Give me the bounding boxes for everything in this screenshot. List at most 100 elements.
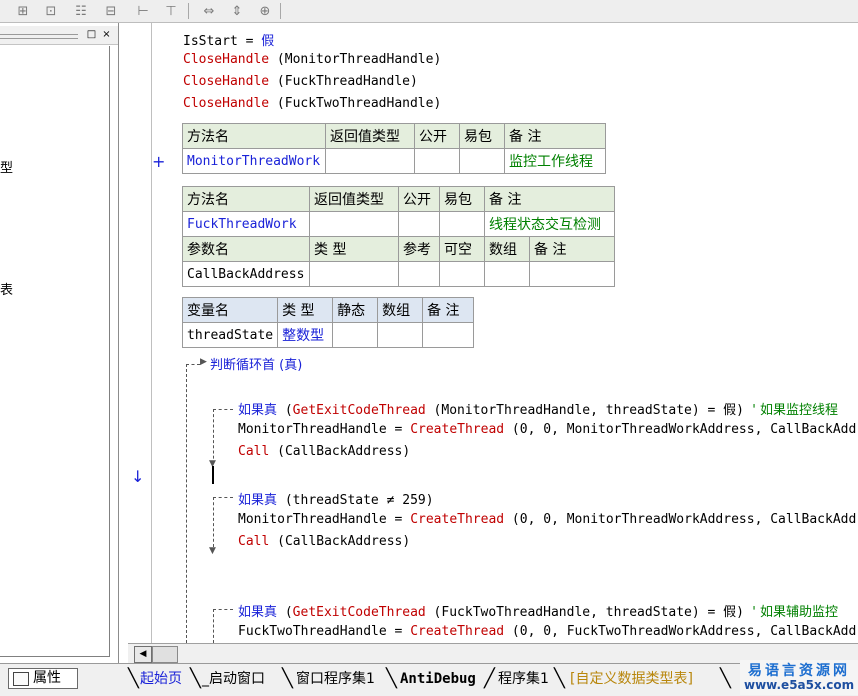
header-return-type: 返回值类型 <box>309 186 399 212</box>
param-nullable-cell[interactable] <box>439 261 485 287</box>
local-vars-table: 变量名 类 型 静态 数组 备 注 threadState 整数型 <box>181 297 475 348</box>
close-icon[interactable]: × <box>101 29 112 40</box>
size-width-icon[interactable]: ⇔ <box>198 2 220 22</box>
var-remark-cell[interactable] <box>422 322 475 348</box>
header-var-remark: 备 注 <box>422 297 475 323</box>
text-caret <box>212 466 214 484</box>
tab-custom-types[interactable]: [自定义数据类型表] <box>570 668 693 690</box>
layout-toolbar: ⊞ ⊡ ☷ ⊟ ⊢ ⊤ ⇔ ⇕ ⊕ <box>0 0 858 23</box>
loop-flow-line <box>186 364 187 643</box>
if-flow-line <box>213 409 233 410</box>
tab-antidebug[interactable]: AntiDebug <box>400 668 476 690</box>
if-flow-line <box>213 497 233 498</box>
tree-item-fragment[interactable]: 型 <box>0 157 13 176</box>
header-var-static: 静态 <box>332 297 379 323</box>
code-line[interactable]: MonitorThreadHandle = CreateThread (0, 0… <box>238 422 858 437</box>
header-remark: 备 注 <box>484 186 615 212</box>
var-name-cell[interactable]: threadState <box>181 322 279 348</box>
epackage-cell[interactable] <box>459 148 505 174</box>
method-name-cell[interactable]: MonitorThreadWork <box>182 148 326 174</box>
tab-divider: ╲ <box>720 668 731 689</box>
scroll-thumb[interactable] <box>152 646 178 663</box>
panel-grip[interactable] <box>0 34 78 39</box>
header-param-type: 类 型 <box>309 236 399 262</box>
tree-item-fragment[interactable]: 表 <box>0 279 13 298</box>
public-cell[interactable] <box>414 148 460 174</box>
align-top-icon[interactable]: ☷ <box>70 2 92 22</box>
spacing-horizontal-icon[interactable]: ⊢ <box>132 2 154 22</box>
var-array-cell[interactable] <box>377 322 424 348</box>
header-var-array: 数组 <box>377 297 424 323</box>
header-epackage: 易包 <box>459 123 505 149</box>
code-line[interactable]: CloseHandle (MonitorThreadHandle) <box>183 52 441 67</box>
remark-cell[interactable]: 监控工作线程 <box>504 148 606 174</box>
current-line-arrow-icon: ↓ <box>131 467 145 486</box>
site-watermark: 易语言资源网 www.e5a5x.com <box>740 660 858 695</box>
epackage-cell[interactable] <box>439 211 485 237</box>
header-var-type: 类 型 <box>277 297 334 323</box>
if-flow-line <box>213 497 214 547</box>
size-both-icon[interactable]: ⊕ <box>254 2 276 22</box>
spacing-vertical-icon[interactable]: ⊤ <box>160 2 182 22</box>
code-line[interactable]: Call (CallBackAddress) <box>238 444 410 459</box>
tab-window-assembly[interactable]: 窗口程序集1 <box>296 668 375 690</box>
param-ref-cell[interactable] <box>398 261 440 287</box>
code-line[interactable]: Call (CallBackAddress) <box>238 534 410 549</box>
header-param-nullable: 可空 <box>439 236 485 262</box>
if-end-arrow-icon: ▼ <box>209 546 216 556</box>
merge-cells-icon[interactable]: ⊞ <box>12 2 34 22</box>
side-panel-tree[interactable]: 型 表 <box>0 46 110 657</box>
param-remark-cell[interactable] <box>529 261 615 287</box>
code-line[interactable]: IsStart = 假 <box>183 30 274 49</box>
code-line[interactable]: 如果真 (GetExitCodeThread (FuckTwoThreadHan… <box>238 601 838 620</box>
header-public: 公开 <box>398 186 440 212</box>
scroll-left-icon[interactable]: ◀ <box>134 646 152 663</box>
bottom-tab-bar: 属性 ╲ 起始页 ╲ _启动窗口 ╲ 窗口程序集1 ╲ AntiDebug ╱ … <box>0 663 858 696</box>
align-middle-icon[interactable]: ⊟ <box>100 2 122 22</box>
tab-divider: ╲ <box>190 668 201 689</box>
size-height-icon[interactable]: ⇕ <box>226 2 248 22</box>
tab-divider: ╲ <box>554 668 565 689</box>
side-panel-header: □ × <box>0 26 118 45</box>
if-flow-line <box>213 609 214 643</box>
code-line[interactable]: CloseHandle (FuckThreadHandle) <box>183 74 418 89</box>
code-editor[interactable]: IsStart = 假 CloseHandle (MonitorThreadHa… <box>152 23 858 643</box>
var-type-cell[interactable]: 整数型 <box>277 322 334 348</box>
watermark-title: 易语言资源网 <box>748 663 850 679</box>
method-name-cell[interactable]: FuckThreadWork <box>182 211 310 237</box>
loop-flow-line <box>186 364 200 365</box>
header-public: 公开 <box>414 123 460 149</box>
param-name-cell[interactable]: CallBackAddress <box>182 261 310 287</box>
code-line[interactable]: FuckTwoThreadHandle = CreateThread (0, 0… <box>238 624 858 639</box>
header-var-name: 变量名 <box>181 297 279 323</box>
return-type-cell[interactable] <box>325 148 415 174</box>
align-center-icon[interactable]: ⊡ <box>40 2 62 22</box>
header-param-name: 参数名 <box>182 236 310 262</box>
code-line[interactable]: 如果真 (threadState ≠ 259) <box>238 489 434 508</box>
return-type-cell[interactable] <box>309 211 399 237</box>
code-line[interactable]: CloseHandle (FuckTwoThreadHandle) <box>183 96 441 111</box>
tab-start-page[interactable]: 起始页 <box>140 668 182 690</box>
toolbar-separator <box>188 3 189 19</box>
tab-startup-window[interactable]: _启动窗口 <box>202 668 265 690</box>
code-line[interactable]: 如果真 (GetExitCodeThread (MonitorThreadHan… <box>238 399 838 418</box>
tab-assembly1[interactable]: 程序集1 <box>498 668 549 690</box>
param-array-cell[interactable] <box>484 261 530 287</box>
header-param-ref: 参考 <box>398 236 440 262</box>
properties-tab[interactable]: 属性 <box>8 668 78 689</box>
toolbar-separator <box>280 3 281 19</box>
method-table-monitor: 方法名 返回值类型 公开 易包 备 注 MonitorThreadWork 监控… <box>182 123 606 174</box>
code-line[interactable]: MonitorThreadHandle = CreateThread (0, 0… <box>238 512 858 527</box>
properties-icon <box>13 672 29 686</box>
restore-icon[interactable]: □ <box>86 29 97 40</box>
code-line[interactable]: 判断循环首 (真) <box>210 354 302 373</box>
side-panel: □ × 型 表 <box>0 23 119 663</box>
tab-divider: ╱ <box>484 668 495 689</box>
header-method-name: 方法名 <box>182 123 326 149</box>
tab-divider: ╲ <box>282 668 293 689</box>
header-remark: 备 注 <box>504 123 606 149</box>
public-cell[interactable] <box>398 211 440 237</box>
param-type-cell[interactable] <box>309 261 399 287</box>
remark-cell[interactable]: 线程状态交互检测 <box>484 211 615 237</box>
var-static-cell[interactable] <box>332 322 379 348</box>
